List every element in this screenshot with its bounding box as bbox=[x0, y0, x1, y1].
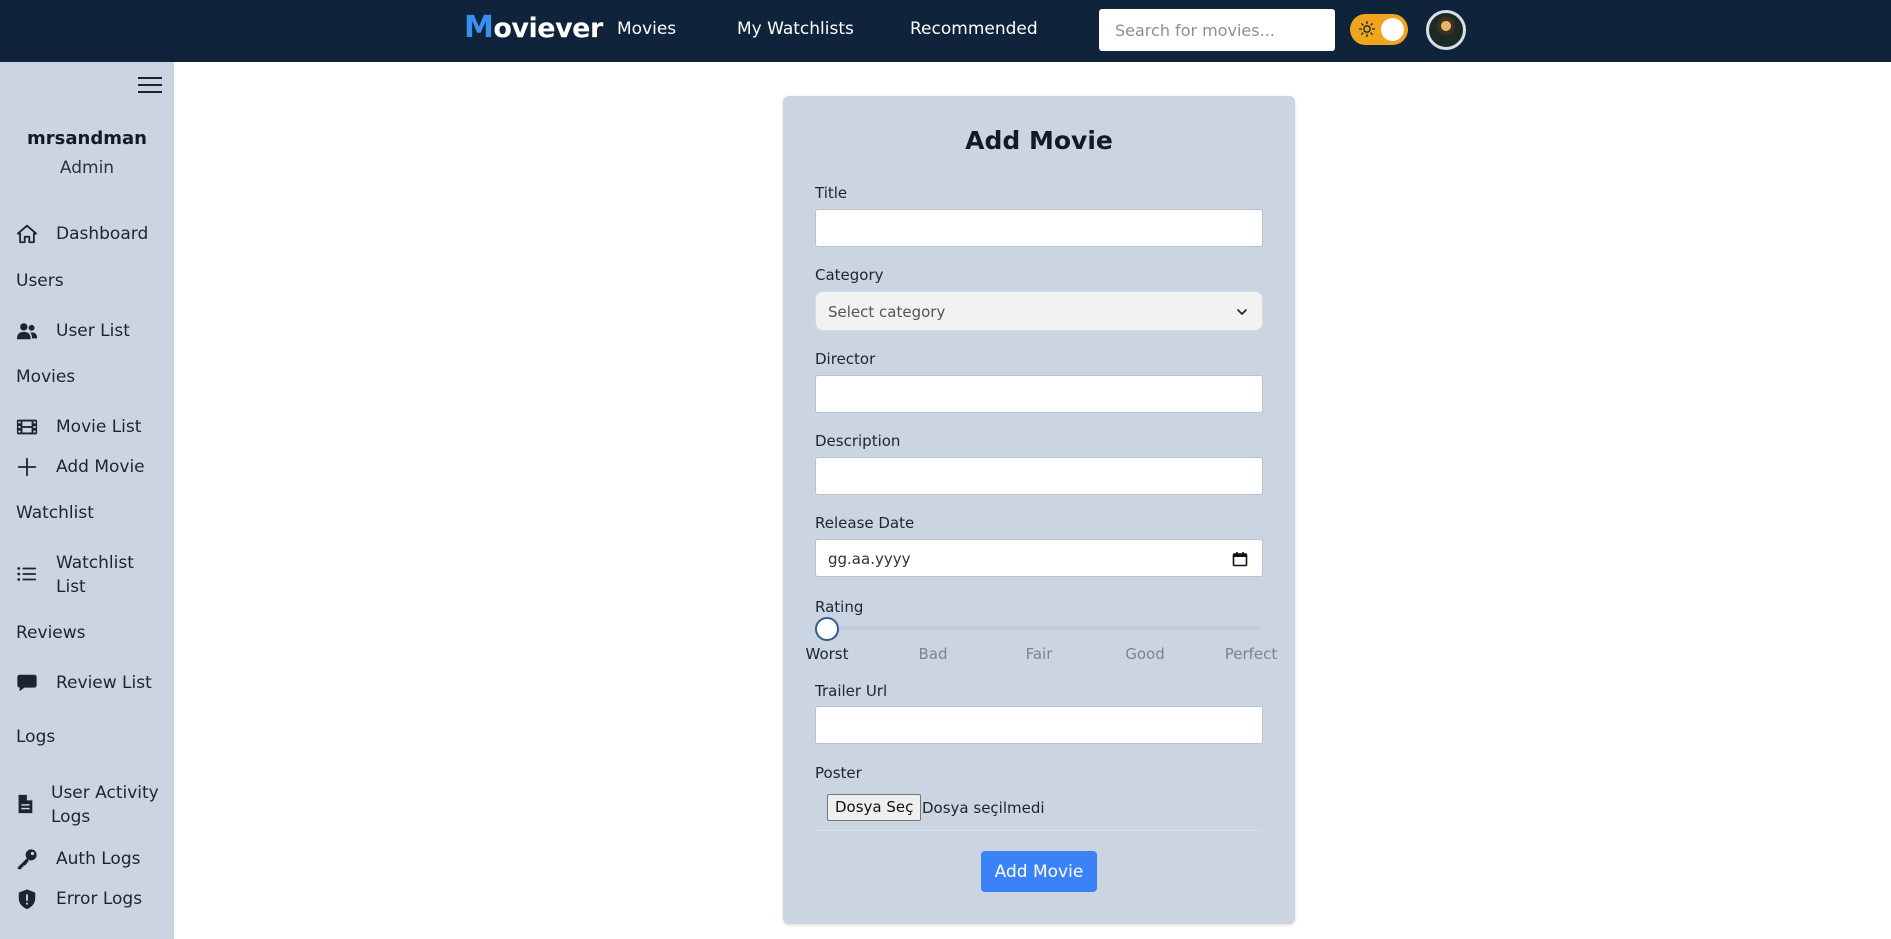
search-input[interactable] bbox=[1099, 9, 1335, 51]
sidebar-section-users: Users bbox=[16, 271, 64, 291]
nav-link-recommended[interactable]: Recommended bbox=[910, 19, 1038, 39]
hamburger-menu-icon[interactable] bbox=[138, 77, 162, 97]
sidebar-item-label: Add Movie bbox=[56, 457, 145, 477]
sidebar-item-label: Review List bbox=[56, 673, 152, 693]
sidebar-item-label: List bbox=[56, 577, 86, 597]
sidebar-item-label: Error Logs bbox=[56, 889, 143, 909]
poster-label: Poster bbox=[815, 764, 862, 782]
description-input[interactable] bbox=[815, 457, 1263, 495]
theme-toggle[interactable] bbox=[1350, 14, 1408, 45]
release-date-placeholder: gg.aa.yyyy bbox=[828, 550, 911, 568]
sidebar-section-reviews: Reviews bbox=[16, 623, 86, 643]
rating-option-bad[interactable]: Bad bbox=[893, 645, 973, 663]
sidebar-section-movies: Movies bbox=[16, 367, 76, 387]
brand-logo-initial: M bbox=[464, 10, 494, 45]
calendar-icon[interactable] bbox=[1232, 551, 1248, 567]
release-date-label: Release Date bbox=[815, 514, 915, 532]
choose-file-button[interactable]: Dosya Seç bbox=[827, 794, 922, 821]
category-label: Category bbox=[815, 266, 884, 284]
comment-icon bbox=[17, 674, 37, 692]
sidebar: mrsandman Admin Dashboard Users User Lis… bbox=[0, 62, 174, 939]
sidebar-user-role: Admin bbox=[59, 158, 115, 178]
sidebar-item-label: User Activity bbox=[51, 783, 159, 803]
trailer-url-label: Trailer Url bbox=[815, 682, 888, 700]
poster-file-input[interactable]: Dosya Seç Dosya seçilmedi bbox=[815, 791, 1263, 831]
nav-link-my-watchlists[interactable]: My Watchlists bbox=[737, 19, 854, 39]
rating-option-good[interactable]: Good bbox=[1105, 645, 1185, 663]
title-label: Title bbox=[815, 184, 848, 202]
sidebar-user-name: mrsandman bbox=[27, 128, 147, 149]
description-label: Description bbox=[815, 432, 901, 450]
rating-option-perfect[interactable]: Perfect bbox=[1211, 645, 1291, 663]
title-input[interactable] bbox=[815, 209, 1263, 247]
file-icon bbox=[18, 794, 33, 814]
release-date-input[interactable]: gg.aa.yyyy bbox=[815, 539, 1263, 577]
add-movie-button[interactable]: Add Movie bbox=[981, 851, 1097, 892]
sidebar-section-watchlist: Watchlist bbox=[16, 503, 94, 523]
rating-slider-track[interactable] bbox=[815, 626, 1263, 630]
users-icon bbox=[16, 323, 38, 340]
sun-icon bbox=[1358, 20, 1376, 38]
sidebar-item-label: User List bbox=[56, 321, 130, 341]
nav-link-movies[interactable]: Movies bbox=[617, 19, 676, 39]
list-icon bbox=[17, 567, 37, 581]
sidebar-item-label: Logs bbox=[51, 807, 91, 827]
rating-option-fair[interactable]: Fair bbox=[999, 645, 1079, 663]
category-select-value: Select category bbox=[828, 303, 946, 321]
brand-logo-rest: oviever bbox=[493, 13, 603, 44]
category-select[interactable]: Select category bbox=[815, 291, 1263, 331]
toggle-knob bbox=[1381, 18, 1404, 41]
top-navbar: Moviever Movies My Watchlists Recommende… bbox=[0, 0, 1891, 62]
form-title: Add Movie bbox=[965, 126, 1113, 155]
sidebar-item-label: Movie List bbox=[56, 417, 142, 437]
sidebar-item-label: Dashboard bbox=[56, 224, 149, 244]
plus-icon bbox=[17, 457, 37, 477]
file-status-text: Dosya seçilmedi bbox=[922, 799, 1045, 817]
rating-option-worst[interactable]: Worst bbox=[787, 645, 867, 663]
sidebar-section-logs: Logs bbox=[16, 727, 56, 747]
add-movie-form: Add Movie Title Category Select category… bbox=[783, 96, 1295, 924]
rating-slider-thumb[interactable] bbox=[815, 617, 839, 641]
key-icon bbox=[17, 849, 37, 870]
film-icon bbox=[16, 419, 38, 435]
rating-label: Rating bbox=[815, 598, 864, 616]
sidebar-item-label: Auth Logs bbox=[56, 849, 141, 869]
director-input[interactable] bbox=[815, 375, 1263, 413]
director-label: Director bbox=[815, 350, 876, 368]
chevron-down-icon bbox=[1237, 309, 1247, 315]
shield-icon bbox=[18, 889, 36, 910]
home-icon bbox=[16, 224, 38, 244]
sidebar-item-label: Watchlist bbox=[56, 553, 134, 573]
trailer-url-input[interactable] bbox=[815, 706, 1263, 744]
avatar[interactable] bbox=[1426, 10, 1466, 50]
brand-logo[interactable]: Moviever bbox=[464, 10, 603, 45]
